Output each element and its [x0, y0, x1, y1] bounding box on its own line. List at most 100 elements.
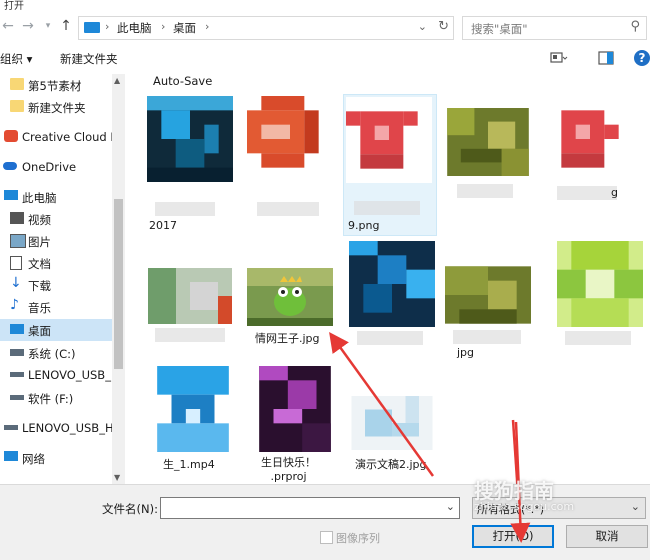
- file-name: 9.png: [348, 219, 380, 232]
- file-thumbnail: [148, 268, 232, 324]
- organize-button[interactable]: 组织 ▾: [0, 51, 32, 67]
- recent-dropdown-icon[interactable]: ▾: [40, 18, 56, 34]
- sidebar-item-label: Creative Cloud F: [22, 130, 117, 144]
- file-thumbnail: [247, 96, 333, 182]
- file-thumbnail: [259, 366, 331, 452]
- sidebar-item-downloads[interactable]: ↓ 下载: [0, 274, 112, 296]
- folder-icon: [10, 100, 24, 112]
- sidebar-item-desktop[interactable]: 桌面: [0, 319, 112, 341]
- scroll-down-icon[interactable]: ▼: [114, 473, 120, 482]
- scrollbar-thumb[interactable]: [114, 199, 123, 369]
- file-item[interactable]: 生日快乐！ .prproj: [253, 364, 345, 484]
- sidebar-item-creative-cloud[interactable]: Creative Cloud F: [0, 126, 117, 148]
- preview-pane-icon[interactable]: [596, 49, 616, 67]
- sidebar-scrollbar[interactable]: ▲ ▼: [112, 74, 125, 484]
- file-item[interactable]: [145, 244, 237, 344]
- sidebar-item-label: 桌面: [28, 324, 51, 338]
- sidebar-item-new-folder[interactable]: 新建文件夹: [0, 96, 112, 118]
- document-icon: [10, 256, 22, 270]
- file-name: 2017: [149, 219, 177, 232]
- network-icon: [4, 451, 18, 461]
- file-name: jpg: [457, 346, 475, 359]
- image-sequence-label: 图像序列: [336, 532, 380, 545]
- drive-icon: [10, 372, 24, 377]
- cloud-icon: [3, 162, 17, 170]
- help-icon[interactable]: ?: [634, 50, 650, 66]
- file-item[interactable]: [245, 94, 337, 234]
- sidebar-item-label: 网络: [22, 452, 45, 466]
- open-button[interactable]: 打开(O): [472, 525, 554, 548]
- scroll-up-icon[interactable]: ▲: [114, 76, 120, 85]
- file-thumbnail: [445, 266, 531, 324]
- sidebar-item-label: 音乐: [28, 301, 51, 315]
- chevron-down-icon[interactable]: ⌄: [446, 500, 455, 513]
- chevron-down-icon[interactable]: ⌄: [418, 20, 427, 33]
- file-thumbnail: [547, 96, 633, 182]
- sidebar-item-documents[interactable]: 文档: [0, 252, 112, 274]
- sidebar-item-drive-f[interactable]: 软件 (F:): [0, 387, 112, 409]
- chevron-right-icon[interactable]: ›: [205, 20, 209, 33]
- file-thumbnail: [147, 96, 233, 182]
- search-box[interactable]: 搜索"桌面" ⚲: [462, 16, 647, 40]
- file-item[interactable]: 演示文稿2.jpg: [347, 394, 439, 474]
- new-folder-button[interactable]: 新建文件夹: [60, 51, 118, 67]
- chevron-right-icon[interactable]: ›: [161, 20, 165, 33]
- filename-input[interactable]: ⌄: [160, 497, 460, 519]
- watermark-url: zhinan.sogou.com: [474, 500, 575, 513]
- music-icon: ♪: [10, 297, 19, 313]
- sidebar-item-onedrive[interactable]: OneDrive: [0, 156, 112, 178]
- video-icon: [10, 212, 24, 224]
- sidebar-item-this-pc[interactable]: 此电脑: [0, 186, 112, 208]
- address-bar[interactable]: › 此电脑 › 桌面 › ⌄ ↻: [78, 16, 454, 40]
- file-item[interactable]: jpg: [443, 244, 535, 362]
- file-item[interactable]: 2017: [145, 94, 237, 234]
- sidebar-item-label: 视频: [28, 213, 51, 227]
- back-arrow-icon[interactable]: ←: [0, 18, 16, 34]
- file-name: 生_1.mp4: [163, 458, 215, 471]
- sidebar-item-music[interactable]: ♪ 音乐: [0, 296, 112, 318]
- title-bar: 打开: [0, 0, 650, 12]
- file-item[interactable]: 生_1.mp4: [155, 364, 247, 474]
- sidebar-item-usb-1[interactable]: LENOVO_USB_: [0, 364, 112, 386]
- sidebar-item-label: 文档: [28, 257, 51, 271]
- search-icon[interactable]: ⚲: [630, 19, 640, 34]
- file-item[interactable]: [555, 239, 647, 349]
- chevron-right-icon[interactable]: ›: [105, 20, 109, 33]
- folder-icon: [10, 78, 24, 90]
- view-options-icon[interactable]: [548, 49, 568, 67]
- file-item-hovered[interactable]: 9.png: [343, 94, 437, 236]
- sidebar-item-network[interactable]: 网络: [0, 447, 112, 469]
- sidebar-item-label: 新建文件夹: [28, 101, 86, 115]
- sidebar-item-label: 图片: [28, 235, 51, 249]
- cancel-button[interactable]: 取消: [566, 525, 648, 548]
- chevron-down-icon[interactable]: ⌄: [631, 500, 640, 513]
- refresh-icon[interactable]: ↻: [438, 19, 449, 34]
- file-item[interactable]: g: [545, 94, 637, 234]
- sidebar-item-label: 此电脑: [22, 191, 57, 205]
- sidebar-item-videos[interactable]: 视频: [0, 208, 112, 230]
- file-thumbnail: [247, 268, 333, 326]
- sidebar-item-usb-2[interactable]: LENOVO_USB_H: [0, 417, 114, 439]
- breadcrumb-desktop[interactable]: 桌面: [173, 20, 196, 36]
- file-name: 情网王子.jpg: [255, 332, 320, 345]
- window-title: 打开: [4, 1, 24, 12]
- sidebar-item-label: OneDrive: [22, 160, 77, 174]
- toolbar: 组织 ▾ 新建文件夹 ?: [0, 44, 650, 75]
- file-item[interactable]: [347, 239, 439, 349]
- forward-arrow-icon[interactable]: →: [20, 18, 36, 34]
- drive-icon: [4, 425, 18, 430]
- search-placeholder: 搜索"桌面": [471, 22, 528, 36]
- up-arrow-icon[interactable]: ↑: [58, 18, 74, 34]
- sidebar-item-pictures[interactable]: 图片: [0, 230, 112, 252]
- sidebar-item-label: LENOVO_USB_: [28, 368, 111, 382]
- download-icon: ↓: [10, 275, 22, 291]
- file-item[interactable]: [443, 94, 535, 234]
- file-name: g: [611, 186, 618, 199]
- sidebar-item-drive-c[interactable]: 系统 (C:): [0, 342, 112, 364]
- sidebar-item-folder-5[interactable]: 第5节素材: [0, 74, 112, 96]
- image-sequence-checkbox[interactable]: [320, 531, 333, 544]
- file-thumbnail: [346, 97, 432, 183]
- drive-icon: [10, 349, 24, 356]
- file-item[interactable]: 情网王子.jpg: [245, 264, 337, 348]
- breadcrumb-this-pc[interactable]: 此电脑: [117, 20, 152, 36]
